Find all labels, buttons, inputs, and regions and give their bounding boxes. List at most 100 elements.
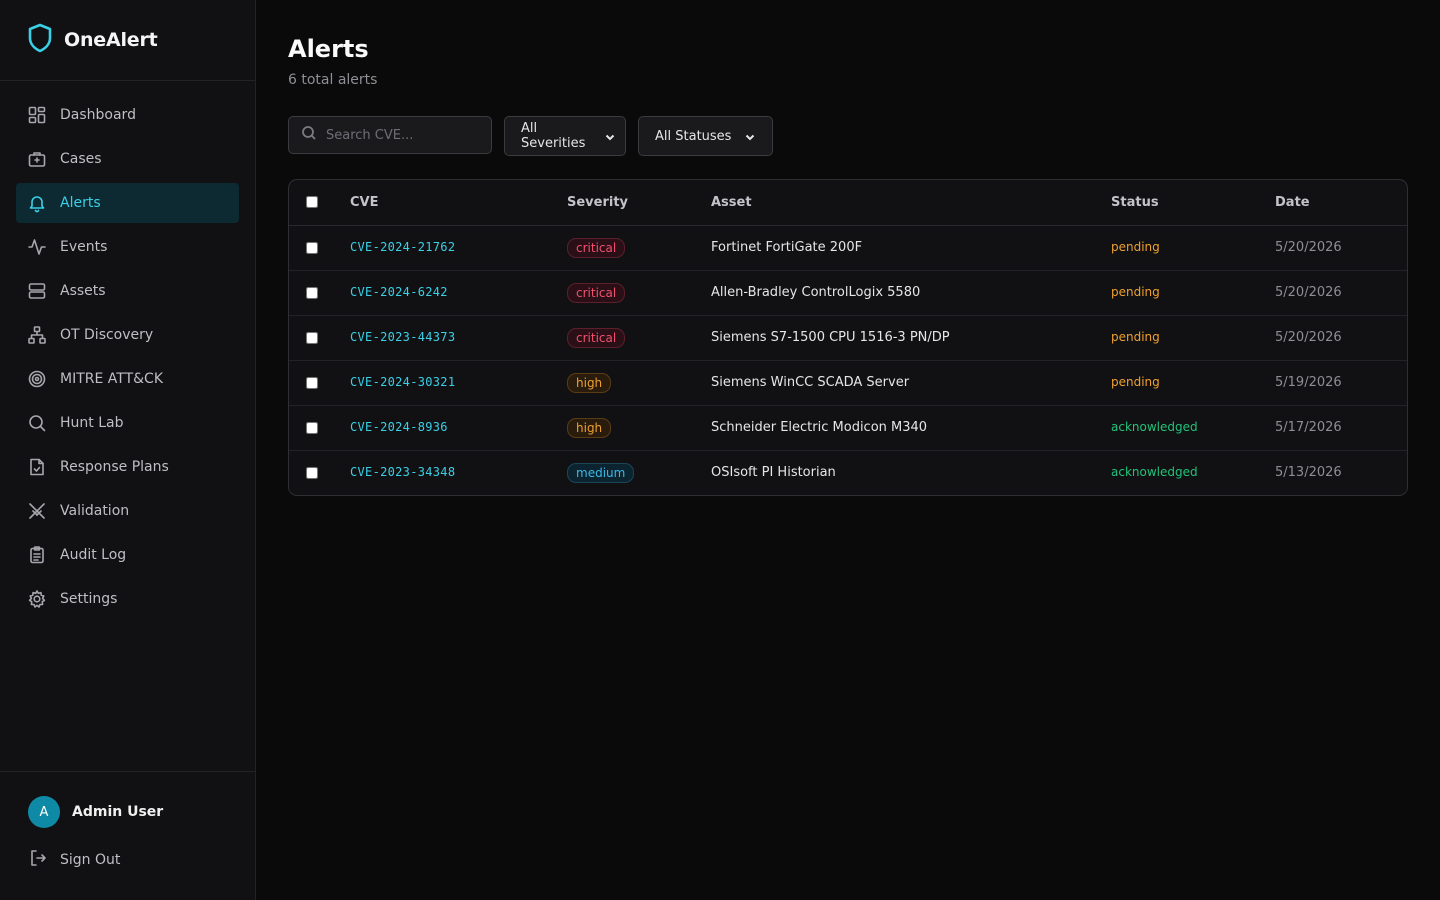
status-filter-select[interactable]: All Statuses — [638, 116, 773, 156]
asset-cell: Schneider Electric Modicon M340 — [711, 405, 1111, 451]
sidebar-item-label: Assets — [60, 283, 106, 299]
date-cell: 5/20/2026 — [1275, 270, 1407, 316]
asset-cell: Allen-Bradley ControlLogix 5580 — [711, 270, 1111, 316]
cve-link[interactable]: CVE-2023-34348 — [350, 465, 455, 479]
column-header-status[interactable]: Status — [1111, 180, 1275, 226]
search-icon — [301, 125, 317, 145]
row-checkbox[interactable] — [306, 376, 318, 389]
sidebar: OneAlert Dashboard Cases Alerts Events A… — [0, 0, 256, 900]
table-row[interactable]: CVE-2023-44373 critical Siemens S7-1500 … — [289, 315, 1407, 361]
shield-icon — [27, 23, 53, 57]
cve-link[interactable]: CVE-2024-6242 — [350, 285, 448, 299]
search-input[interactable] — [326, 127, 486, 143]
row-checkbox[interactable] — [306, 241, 318, 254]
status-text: pending — [1111, 330, 1160, 344]
sidebar-item-label: Hunt Lab — [60, 415, 124, 431]
user-profile[interactable]: A Admin User — [28, 796, 255, 828]
row-checkbox[interactable] — [306, 466, 318, 479]
sidebar-item-label: Events — [60, 239, 108, 255]
page-title: Alerts — [288, 35, 369, 63]
column-header-asset[interactable]: Asset — [711, 180, 1111, 226]
sidebar-item-label: Settings — [60, 591, 118, 607]
sidebar-item-assets[interactable]: Assets — [16, 271, 239, 311]
clipboard-icon — [27, 545, 47, 565]
date-cell: 5/19/2026 — [1275, 360, 1407, 406]
status-text: pending — [1111, 285, 1160, 299]
sidebar-footer: A Admin User Sign Out — [0, 771, 255, 900]
file-check-icon — [27, 457, 47, 477]
asset-cell: OSIsoft PI Historian — [711, 465, 836, 481]
sidebar-item-response-plans[interactable]: Response Plans — [16, 447, 239, 487]
severity-badge: medium — [567, 462, 635, 483]
date-cell: 5/20/2026 — [1275, 225, 1407, 271]
table-row[interactable]: CVE-2023-34348 medium OSIsoft PI Histori… — [289, 450, 1407, 495]
sidebar-item-events[interactable]: Events — [16, 227, 239, 267]
sidebar-item-ot-discovery[interactable]: OT Discovery — [16, 315, 239, 355]
sidebar-item-cases[interactable]: Cases — [16, 139, 239, 179]
table-row[interactable]: CVE-2024-8936 high Schneider Electric Mo… — [289, 405, 1407, 451]
page-subtitle: 6 total alerts — [288, 72, 378, 88]
date-cell: 5/17/2026 — [1275, 405, 1407, 451]
sidebar-item-label: MITRE ATT&CK — [60, 371, 164, 387]
severity-filter-select[interactable]: All Severities — [504, 116, 626, 156]
severity-badge: critical — [567, 327, 626, 348]
sidebar-item-label: OT Discovery — [60, 327, 154, 343]
server-icon — [27, 281, 47, 301]
sign-out-button[interactable]: Sign Out — [28, 848, 255, 872]
row-checkbox[interactable] — [306, 286, 318, 299]
table-row[interactable]: CVE-2024-30321 high Siemens WinCC SCADA … — [289, 360, 1407, 406]
date-cell: 5/20/2026 — [1275, 315, 1407, 361]
sidebar-item-validation[interactable]: Validation — [16, 491, 239, 531]
severity-badge: critical — [567, 237, 626, 258]
avatar: A — [28, 796, 60, 828]
column-header-severity[interactable]: Severity — [567, 180, 711, 226]
sidebar-item-settings[interactable]: Settings — [16, 579, 239, 619]
table-header-row: CVE Severity Asset Status Date — [289, 180, 1407, 226]
status-filter-value: All Statuses — [655, 128, 732, 144]
sidebar-item-mitre-attack[interactable]: MITRE ATT&CK — [16, 359, 239, 399]
cve-link[interactable]: CVE-2024-30321 — [350, 375, 455, 389]
search-box[interactable] — [288, 116, 492, 154]
brand[interactable]: OneAlert — [0, 0, 255, 81]
status-text: acknowledged — [1111, 465, 1198, 480]
dashboard-icon — [27, 105, 47, 125]
cve-link[interactable]: CVE-2024-21762 — [350, 240, 455, 254]
table-row[interactable]: CVE-2024-6242 critical Allen-Bradley Con… — [289, 270, 1407, 316]
sidebar-item-alerts[interactable]: Alerts — [16, 183, 239, 223]
target-icon — [27, 369, 47, 389]
activity-icon — [27, 237, 47, 257]
table-row[interactable]: CVE-2024-21762 critical Fortinet FortiGa… — [289, 225, 1407, 271]
sidebar-nav: Dashboard Cases Alerts Events Assets OT … — [0, 81, 255, 619]
select-all-checkbox[interactable] — [306, 196, 318, 209]
filter-bar: All Severities All Statuses — [288, 116, 773, 156]
sidebar-item-dashboard[interactable]: Dashboard — [16, 95, 239, 135]
severity-badge: critical — [567, 282, 626, 303]
bell-icon — [27, 193, 47, 213]
status-text: pending — [1111, 240, 1160, 254]
severity-filter-value: All Severities — [521, 121, 586, 151]
severity-badge: high — [567, 372, 612, 393]
cve-link[interactable]: CVE-2024-8936 — [350, 420, 448, 434]
chevron-down-icon — [605, 131, 615, 141]
app-name: OneAlert — [64, 29, 158, 51]
asset-cell: Siemens WinCC SCADA Server — [711, 360, 1111, 406]
user-name: Admin User — [72, 804, 164, 820]
gear-icon — [27, 589, 47, 609]
column-header-cve[interactable]: CVE — [350, 180, 567, 226]
briefcase-icon — [27, 149, 47, 169]
status-text: pending — [1111, 375, 1160, 389]
sidebar-item-hunt-lab[interactable]: Hunt Lab — [16, 403, 239, 443]
column-header-date[interactable]: Date — [1275, 180, 1407, 226]
cve-link[interactable]: CVE-2023-44373 — [350, 330, 455, 344]
row-checkbox[interactable] — [306, 331, 318, 344]
asset-cell: Fortinet FortiGate 200F — [711, 225, 1111, 271]
network-icon — [27, 325, 47, 345]
sidebar-item-label: Response Plans — [60, 459, 169, 475]
row-checkbox[interactable] — [306, 421, 318, 434]
swords-icon — [27, 501, 47, 521]
sidebar-item-audit-log[interactable]: Audit Log — [16, 535, 239, 575]
sign-out-icon — [28, 848, 48, 872]
sidebar-item-label: Audit Log — [60, 547, 127, 563]
status-text: acknowledged — [1111, 420, 1198, 434]
chevron-down-icon — [745, 131, 755, 141]
